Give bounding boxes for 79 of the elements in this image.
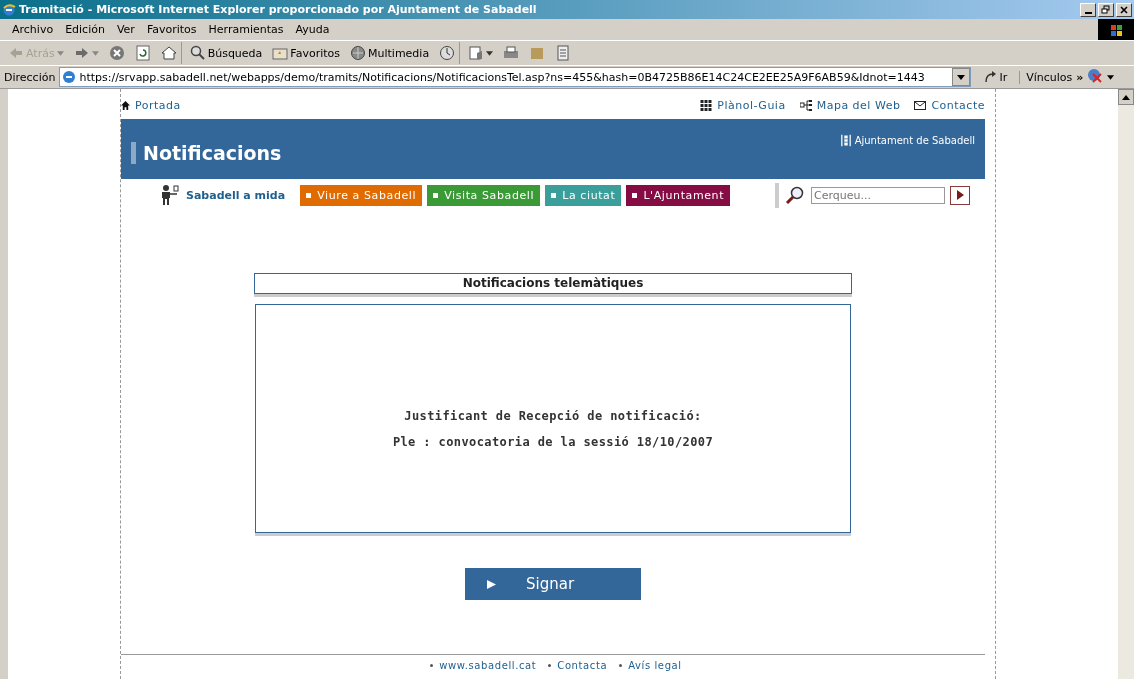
search-icon: [189, 45, 206, 61]
links-label[interactable]: Vínculos: [1019, 70, 1073, 84]
home-link[interactable]: Portada: [121, 98, 181, 112]
browser-logo-icon: [2, 2, 16, 17]
globe-icon: [350, 45, 366, 61]
bullet-icon: [548, 664, 552, 667]
menu-item[interactable]: Ayuda: [289, 23, 336, 36]
guide-link[interactable]: Plànol-Guia: [700, 98, 786, 112]
notification-text: Ple : convocatoria de la sessió 18/10/2007: [392, 434, 714, 449]
footer-link[interactable]: www.sabadell.cat: [439, 660, 537, 671]
go-button[interactable]: Ir: [975, 70, 1016, 84]
square-icon: [632, 192, 638, 198]
footer-link[interactable]: Avís legal: [628, 660, 682, 671]
media-button[interactable]: Multimedia: [346, 42, 434, 64]
sitemap-link[interactable]: Mapa del Web: [799, 98, 901, 112]
printer-icon: [503, 45, 520, 61]
forward-arrow-icon: [73, 45, 90, 61]
square-icon: [433, 192, 439, 198]
play-icon: [487, 579, 496, 589]
more-links[interactable]: »: [1076, 70, 1084, 84]
dropdown-button[interactable]: [952, 68, 971, 86]
stop-icon: [108, 45, 125, 61]
grid-icon: [700, 99, 713, 111]
search-button[interactable]: Búsqueda: [185, 42, 267, 64]
close-icon: [1119, 4, 1129, 15]
favorites-button[interactable]: Favoritos: [268, 42, 344, 64]
caret-icon: [91, 50, 99, 56]
panel-title: Notificacions telemàtiques: [254, 273, 852, 294]
minimize-button[interactable]: [1080, 2, 1096, 17]
sign-button[interactable]: Signar: [465, 568, 641, 600]
minimize-icon: [1084, 11, 1092, 14]
contact-link[interactable]: Contacte: [914, 98, 985, 112]
bullet-icon: [430, 664, 434, 667]
window-title: Tramitació - Microsoft Internet Explorer proporcionado por Ajuntament de Sabadell: [19, 3, 537, 16]
sitemap-icon: [799, 99, 812, 111]
menu-item[interactable]: Ver: [110, 23, 141, 36]
caret-icon: [957, 74, 966, 80]
brand-link[interactable]: Ajuntament de Sabadell: [840, 133, 975, 148]
clock-icon: [439, 45, 456, 61]
restore-button[interactable]: [1098, 2, 1114, 17]
home-icon: [160, 45, 177, 61]
search-field[interactable]: Cerqueu...: [811, 186, 946, 204]
scrollbar[interactable]: [1118, 89, 1134, 679]
refresh-icon: [134, 45, 151, 61]
envelope-icon: [914, 99, 927, 111]
notification-text: Justificant de Recepció de notificació:: [404, 408, 702, 423]
address-label: Dirección: [4, 70, 56, 84]
caret-icon: [56, 50, 64, 56]
menu-item[interactable]: Edición: [59, 23, 111, 36]
footer-link[interactable]: Contacta: [557, 660, 608, 671]
emblem-icon: [840, 133, 851, 148]
menu-item[interactable]: Archivo: [6, 23, 60, 36]
title-accent-bar: [131, 142, 136, 164]
document-icon: [555, 45, 572, 61]
search-button[interactable]: [950, 185, 971, 205]
section-tab[interactable]: L'Ajuntament: [626, 184, 731, 206]
mail-icon: [468, 45, 485, 61]
profile-link[interactable]: Sabadell a mida: [159, 184, 286, 206]
windows-logo-icon: [1098, 19, 1134, 40]
go-arrow-icon: [983, 70, 998, 84]
page-title: Notificacions: [143, 142, 282, 164]
scroll-up-button[interactable]: [1118, 89, 1134, 105]
home-icon: [121, 100, 130, 110]
play-icon: [956, 190, 965, 200]
caret-icon: [1122, 94, 1130, 100]
bullet-icon: [619, 664, 623, 667]
square-icon: [551, 192, 557, 198]
person-icon: [159, 184, 181, 206]
restore-icon: [1101, 4, 1111, 15]
menu-item[interactable]: Herramientas: [202, 23, 290, 36]
menu-item[interactable]: Favoritos: [140, 23, 203, 36]
close-button[interactable]: [1116, 2, 1132, 17]
back-arrow-icon: [8, 45, 24, 61]
section-tab[interactable]: Visita Sabadell: [427, 184, 541, 206]
folder-icon: [529, 45, 546, 61]
square-icon: [306, 192, 312, 198]
caret-icon[interactable]: [1107, 74, 1115, 80]
address-field[interactable]: https://srvapp.sabadell.net/webapps/demo/tramits/Notificacions/NotificacionsTel.asp?ns=455&hash=0B4725B86E14C24CE2EE25A9F6AB59&Idnot=1443: [59, 67, 972, 87]
caret-icon: [486, 50, 494, 56]
